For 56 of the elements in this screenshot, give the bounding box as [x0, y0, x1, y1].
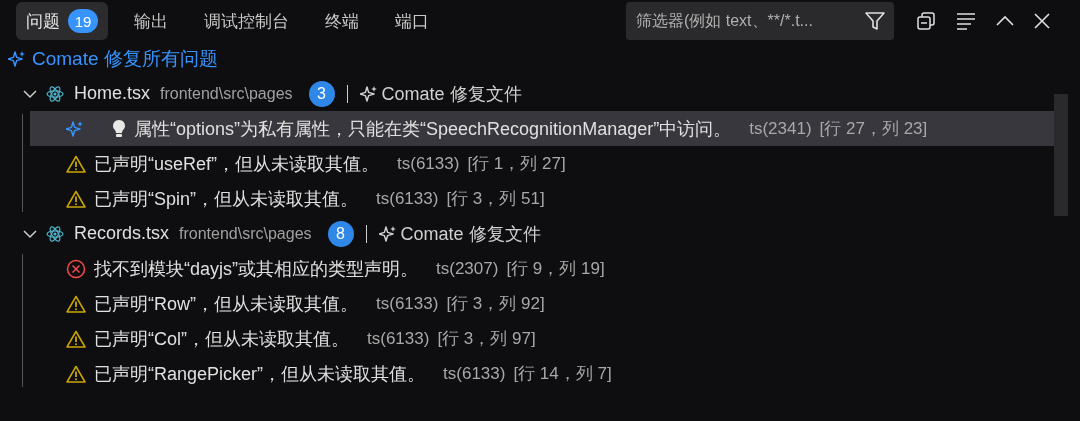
tab[interactable]: 问题 19: [16, 2, 108, 40]
problem-row[interactable]: 已声明“Row”，但从未读取其值。 ts(6133) [行 3，列 92]: [0, 286, 1080, 321]
error-code: ts(2341): [749, 118, 812, 139]
sparkle-icon: [378, 224, 397, 243]
error-code: ts(6133): [376, 293, 439, 314]
filter-icon[interactable]: [864, 10, 886, 32]
problem-row[interactable]: 属性“options”为私有属性，只能在类“SpeechRecognitionManager”中访问。 ts(2341) [行 27，列 23]: [30, 111, 1054, 146]
problem-row[interactable]: 已声明“Spin”，但从未读取其值。 ts(6133) [行 3，列 51]: [0, 181, 1080, 216]
react-icon: [46, 224, 64, 243]
sparkle-icon: [359, 84, 378, 103]
problem-row[interactable]: 已声明“RangePicker”，但从未读取其值。 ts(6133) [行 14，列 7]: [0, 356, 1080, 391]
error-code: ts(6133): [397, 153, 460, 174]
location-text: [行 9，列 19]: [506, 258, 605, 280]
list-view-icon[interactable]: [956, 12, 976, 30]
tab[interactable]: 终端: [315, 2, 369, 40]
problem-message: 已声明“useRef”，但从未读取其值。: [94, 152, 380, 176]
problem-message: 属性“options”为私有属性，只能在类“SpeechRecognitionManager”中访问。: [134, 117, 732, 141]
location-text: [行 3，列 97]: [437, 328, 536, 350]
count-badge: 3: [308, 80, 335, 107]
problem-message: 已声明“Col”，但从未读取其值。: [94, 327, 349, 351]
problem-row[interactable]: 已声明“Col”，但从未读取其值。 ts(6133) [行 3，列 97]: [0, 321, 1080, 356]
file-name: Home.tsx: [74, 83, 151, 104]
location-text: [行 3，列 51]: [446, 188, 545, 210]
problem-row[interactable]: 已声明“useRef”，但从未读取其值。 ts(6133) [行 1，列 27]: [0, 146, 1080, 181]
location-text: [行 27，列 23]: [819, 118, 928, 140]
tab[interactable]: 调试控制台: [194, 2, 299, 40]
file-name: Records.tsx: [74, 223, 170, 244]
sparkle-icon: [8, 50, 26, 68]
tab[interactable]: 输出: [124, 2, 178, 40]
count-badge: 19: [68, 9, 98, 33]
location-text: [行 1，列 27]: [467, 153, 566, 175]
error-code: ts(6133): [376, 188, 439, 209]
file-path: frontend\src\pages: [160, 84, 293, 103]
problem-row[interactable]: 找不到模块“dayjs”或其相应的类型声明。 ts(2307) [行 9，列 19]: [0, 251, 1080, 286]
count-badge: 8: [327, 220, 354, 247]
collapse-all-icon[interactable]: [916, 11, 936, 31]
problem-message: 已声明“Spin”，但从未读取其值。: [94, 187, 358, 211]
problem-message: 已声明“Row”，但从未读取其值。: [94, 292, 358, 316]
filter-field[interactable]: 筛选器(例如 text、**/*.t...: [626, 2, 894, 40]
error-code: ts(6133): [367, 328, 430, 349]
error-code: ts(2307): [436, 258, 499, 279]
problem-message: 已声明“RangePicker”，但从未读取其值。: [94, 362, 426, 386]
fix-all-link[interactable]: Comate 修复所有问题: [0, 42, 224, 76]
react-icon: [46, 84, 64, 103]
location-text: [行 14，列 7]: [513, 363, 612, 385]
scrollbar[interactable]: [1054, 94, 1068, 216]
file-path: frontend\src\pages: [179, 224, 312, 243]
error-code: ts(6133): [443, 363, 506, 384]
fix-file-link[interactable]: Comate 修复文件: [378, 221, 541, 246]
problem-message: 找不到模块“dayjs”或其相应的类型声明。: [94, 257, 418, 281]
tab[interactable]: 端口: [385, 2, 439, 40]
close-icon[interactable]: [1034, 13, 1050, 29]
lightbulb-icon[interactable]: [112, 118, 126, 139]
location-text: [行 3，列 92]: [446, 293, 545, 315]
chevron-up-icon[interactable]: [996, 15, 1014, 27]
fix-file-link[interactable]: Comate 修复文件: [359, 81, 522, 106]
